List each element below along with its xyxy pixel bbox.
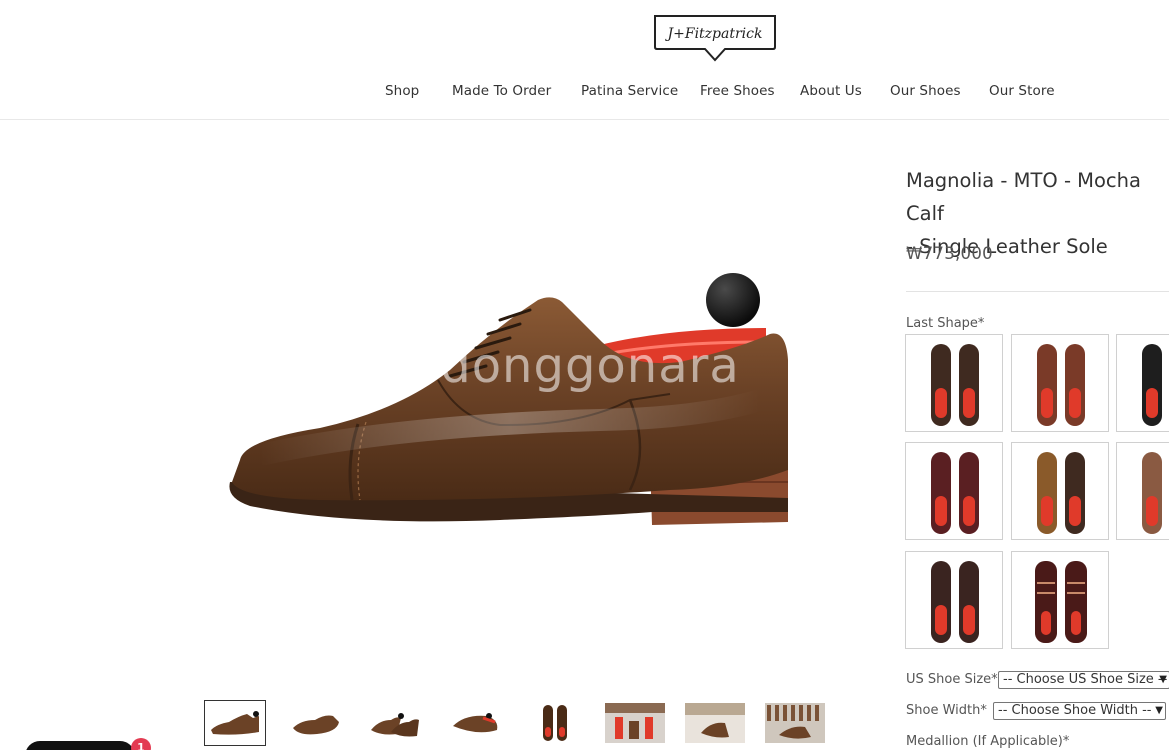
thumb-wall-photo bbox=[765, 703, 825, 743]
thumbnail-3[interactable] bbox=[364, 700, 426, 746]
last-shape-option-4[interactable] bbox=[905, 442, 1003, 540]
last-shape-option-2[interactable] bbox=[1011, 334, 1109, 432]
nav-item-made-to-order[interactable]: Made To Order bbox=[452, 83, 551, 99]
thumbnail-7[interactable] bbox=[684, 700, 746, 746]
thumbnail-6[interactable] bbox=[604, 700, 666, 746]
us-shoe-size-value: -- Choose US Shoe Size -- bbox=[1003, 672, 1168, 687]
shoe-width-value: -- Choose Shoe Width -- bbox=[998, 703, 1152, 718]
shoe-pair-top-icon bbox=[931, 452, 979, 534]
shoe-pair-top-icon bbox=[931, 344, 979, 426]
thumbnail-8[interactable] bbox=[764, 700, 826, 746]
last-shape-label: Last Shape* bbox=[906, 316, 985, 331]
shoe-pair-top-icon bbox=[1035, 561, 1087, 643]
watermark-text: donggonara bbox=[440, 338, 740, 394]
nav-item-about-us[interactable]: About Us bbox=[800, 83, 862, 99]
nav-item-shop[interactable]: Shop bbox=[385, 83, 419, 99]
us-shoe-size-select[interactable]: -- Choose US Shoe Size -- ▼ bbox=[998, 671, 1169, 689]
shoe-width-label: Shoe Width* bbox=[906, 703, 987, 718]
price-divider bbox=[906, 291, 1169, 292]
shoe-width-select[interactable]: -- Choose Shoe Width -- ▼ bbox=[993, 702, 1166, 720]
header-divider bbox=[0, 119, 1169, 120]
thumbnail-2[interactable] bbox=[284, 700, 346, 746]
chat-widget-button[interactable] bbox=[25, 741, 135, 750]
product-price: ₩773,000 bbox=[906, 244, 993, 263]
last-shape-option-5[interactable] bbox=[1011, 442, 1109, 540]
nav-item-our-store[interactable]: Our Store bbox=[989, 83, 1055, 99]
logo-text: J+Fitzpatrick bbox=[665, 26, 763, 42]
shoe-pair-top-icon bbox=[931, 561, 979, 643]
thumbnail-5[interactable] bbox=[524, 700, 586, 746]
thumb-shoe-pair bbox=[371, 713, 419, 737]
thumb-shoe-angle bbox=[293, 715, 339, 735]
last-shape-option-7[interactable] bbox=[905, 551, 1003, 649]
last-shape-option-1[interactable] bbox=[905, 334, 1003, 432]
last-shape-option-8[interactable] bbox=[1011, 551, 1109, 649]
chevron-down-icon: ▼ bbox=[1155, 705, 1163, 716]
medallion-label: Medallion (If Applicable)* bbox=[906, 734, 1070, 749]
thumb-shoe-back bbox=[453, 713, 498, 733]
chevron-down-icon: ▼ bbox=[1159, 674, 1167, 685]
us-shoe-size-label: US Shoe Size* bbox=[906, 672, 998, 687]
thumb-store-photo bbox=[605, 703, 665, 743]
thumbnail-1[interactable] bbox=[204, 700, 266, 746]
thumb-shoe-top bbox=[543, 705, 567, 741]
brand-logo[interactable]: J+Fitzpatrick bbox=[653, 14, 777, 62]
product-title-line-1: Magnolia - MTO - Mocha Calf bbox=[906, 169, 1141, 225]
thumb-shoe-side bbox=[211, 711, 259, 735]
shoe-side-view: donggonara bbox=[229, 273, 788, 525]
nav-item-our-shoes[interactable]: Our Shoes bbox=[890, 83, 961, 99]
nav-item-free-shoes[interactable]: Free Shoes bbox=[700, 83, 775, 99]
last-shape-option-6[interactable] bbox=[1116, 442, 1169, 540]
shoe-pair-top-icon bbox=[1037, 452, 1085, 534]
last-shape-option-3[interactable] bbox=[1116, 334, 1169, 432]
thumbnail-4[interactable] bbox=[444, 700, 506, 746]
shoe-pair-top-icon bbox=[1037, 344, 1085, 426]
shoe-pair-top-icon bbox=[1142, 452, 1162, 534]
shoe-pair-top-icon bbox=[1142, 344, 1162, 426]
logo-graphic: J+Fitzpatrick bbox=[654, 15, 776, 62]
thumb-lifestyle-photo bbox=[685, 703, 745, 743]
main-nav: Shop Made To Order Patina Service Free S… bbox=[0, 83, 1169, 103]
main-product-image[interactable]: donggonara bbox=[200, 250, 820, 550]
nav-item-patina-service[interactable]: Patina Service bbox=[581, 83, 678, 99]
